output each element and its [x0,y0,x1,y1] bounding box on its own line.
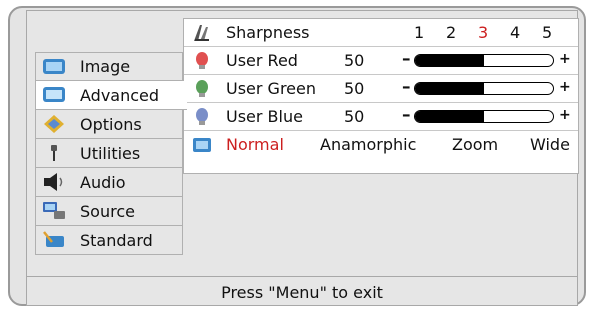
sharpness-icon [194,25,209,41]
sidebar-item-label: Advanced [80,85,160,105]
user-red-decrease[interactable]: – [402,49,411,69]
sharpness-option-1[interactable]: 1 [414,23,424,42]
user-blue-slider[interactable] [414,110,554,123]
user-green-slider[interactable] [414,82,554,95]
user-green-slider-fill [415,83,484,94]
monitor-icon [43,58,65,74]
aspect-zoom-option[interactable]: Zoom [452,135,498,154]
sharpness-option-5[interactable]: 5 [542,23,552,42]
aspect-wide-option[interactable]: Wide [530,135,570,154]
sidebar-item-label: Utilities [80,143,141,163]
aspect-ratio-row[interactable]: Normal Anamorphic Zoom Wide [184,131,578,159]
sidebar-item-advanced[interactable]: Advanced [35,81,187,110]
user-red-slider[interactable] [414,54,554,67]
user-green-value: 50 [344,79,365,98]
sidebar-item-image[interactable]: Image [35,52,183,81]
user-blue-decrease[interactable]: – [402,105,411,125]
user-blue-row[interactable]: User Blue 50 – + [184,103,578,131]
sharpness-option-3[interactable]: 3 [478,23,488,42]
sidebar-item-label: Options [80,114,142,134]
sidebar-item-audio[interactable]: Audio [35,168,183,197]
sidebar-item-label: Image [80,57,131,76]
green-bulb-icon [196,80,208,97]
red-bulb-icon [196,52,208,69]
user-red-slider-fill [415,55,484,66]
footer-bar: Press "Menu" to exit [26,276,578,306]
source-computer-icon [43,202,65,219]
sidebar-item-label: Audio [80,172,126,192]
utilities-tool-icon [51,145,57,161]
sidebar-item-options[interactable]: Options [35,110,183,139]
user-red-increase[interactable]: + [559,51,571,67]
sharpness-option-4[interactable]: 4 [510,23,520,42]
exit-hint: Press "Menu" to exit [221,283,383,302]
user-red-label: User Red [226,51,298,70]
sidebar-item-source[interactable]: Source [35,197,183,226]
sidebar-item-utilities[interactable]: Utilities [35,139,183,168]
blue-bulb-icon [196,108,208,125]
user-green-increase[interactable]: + [559,79,571,95]
user-blue-label: User Blue [226,107,303,126]
sidebar-item-standard[interactable]: Standard [35,226,183,255]
user-green-row[interactable]: User Green 50 – + [184,75,578,103]
monitor-advanced-icon [43,87,65,102]
speaker-icon [44,173,63,191]
advanced-settings-panel: Sharpness 1 2 3 4 5 User Red 50 – + User… [183,18,579,174]
aspect-anamorphic-option[interactable]: Anamorphic [320,135,416,154]
sidebar-item-label: Source [80,201,135,221]
sharpness-row[interactable]: Sharpness 1 2 3 4 5 [184,19,578,47]
user-green-decrease[interactable]: – [402,77,411,97]
user-blue-slider-fill [415,111,484,122]
user-red-row[interactable]: User Red 50 – + [184,47,578,75]
sidebar-item-label: Standard [80,230,153,250]
sharpness-option-2[interactable]: 2 [446,23,456,42]
user-blue-value: 50 [344,107,365,126]
sharpness-label: Sharpness [226,23,310,42]
aspect-normal-option[interactable]: Normal [226,135,284,154]
user-green-label: User Green [226,79,317,98]
standard-pen-icon [43,231,64,247]
sidebar-menu: Image Advanced Options Utilities Audio S… [35,52,187,255]
user-blue-increase[interactable]: + [559,107,571,123]
options-diamond-icon [44,115,64,133]
aspect-monitor-icon [193,138,211,152]
user-red-value: 50 [344,51,365,70]
